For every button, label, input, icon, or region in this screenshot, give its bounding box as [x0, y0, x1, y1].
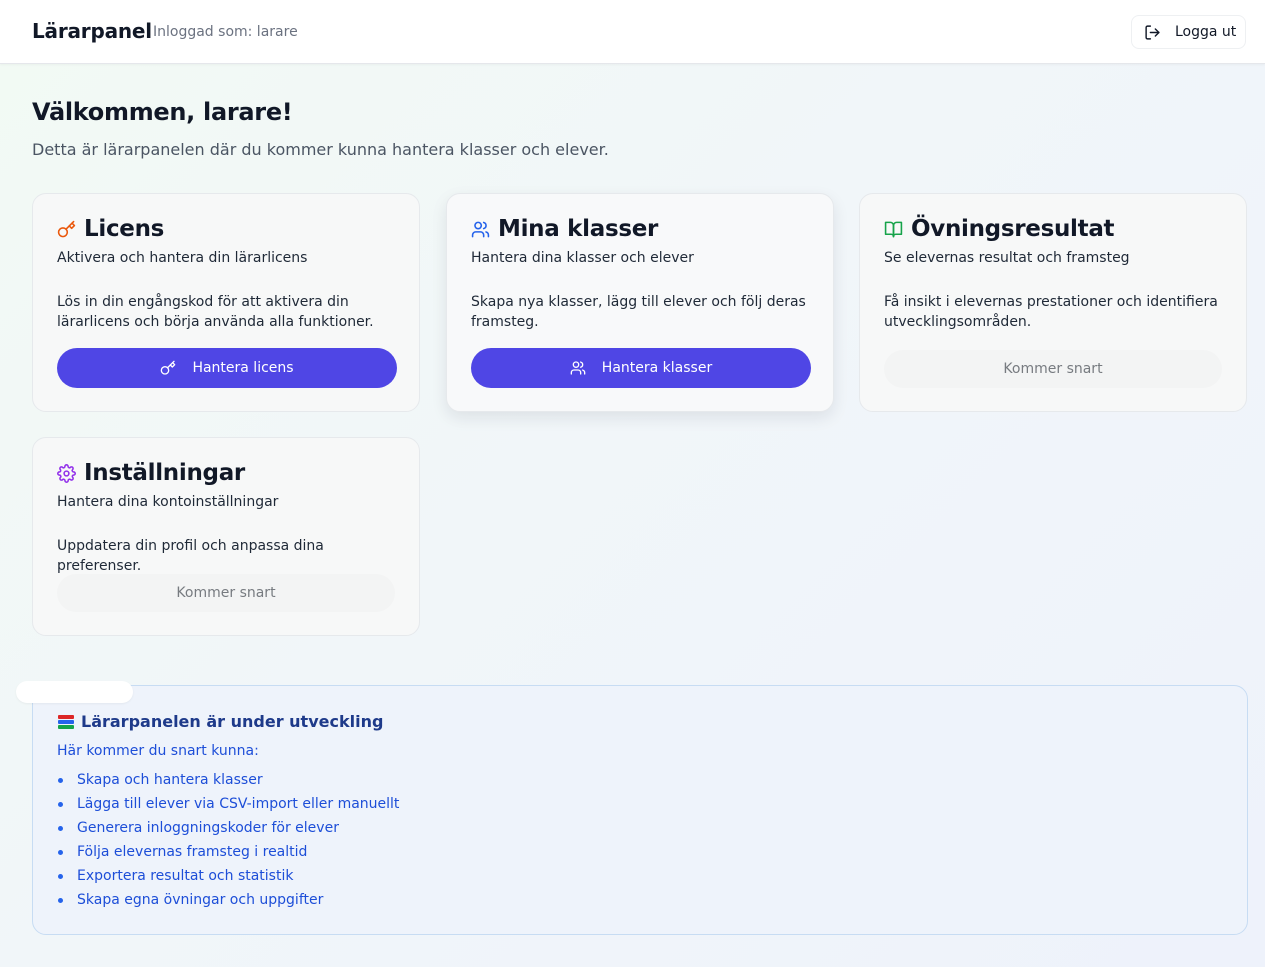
card-results-subtitle: Se elevernas resultat och framsteg [884, 250, 1130, 266]
notice-intro: Här kommer du snart kunna: [57, 743, 259, 759]
list-item: Generera inloggningskoder för elever [57, 818, 399, 842]
logout-button[interactable]: Logga ut [1131, 15, 1246, 49]
welcome-heading: Välkommen, larare! [32, 98, 293, 126]
card-settings-subtitle: Hantera dina kontoinställningar [57, 494, 279, 510]
manage-classes-label: Hantera klasser [601, 360, 713, 376]
key-icon [57, 220, 76, 237]
card-license-description: Lös in din engångskod för att aktivera d… [57, 294, 374, 330]
card-settings-description: Uppdatera din profil och anpassa dina pr… [57, 538, 324, 574]
manage-license-button[interactable]: Hantera licens [57, 348, 397, 388]
list-item: Exportera resultat och statistik [57, 866, 399, 890]
logout-label: Logga ut [1175, 24, 1237, 40]
development-notice: Lärarpanelen är under utveckling Här kom… [32, 685, 1248, 935]
notice-title: Lärarpanelen är under utveckling [81, 712, 384, 731]
key-icon [161, 360, 176, 375]
list-item: Skapa egna övningar och uppgifter [57, 890, 399, 914]
list-item: Lägga till elever via CSV-import eller m… [57, 794, 399, 818]
users-icon [471, 221, 490, 237]
list-item: Skapa och hantera klasser [57, 770, 399, 794]
top-header: Lärarpanel Inloggad som: larare Logga ut [0, 0, 1265, 64]
book-open-icon [884, 221, 903, 237]
card-license: Licens Aktivera och hantera din lärarlic… [32, 193, 420, 412]
card-license-subtitle: Aktivera och hantera din lärarlicens [57, 250, 308, 266]
settings-icon [57, 463, 76, 483]
settings-coming-soon-button: Kommer snart [57, 574, 395, 612]
books-icon [57, 714, 75, 730]
card-classes-description: Skapa nya klasser, lägg till elever och … [471, 294, 806, 330]
card-settings: Inställningar Hantera dina kontoinställn… [32, 437, 420, 636]
card-classes-title: Mina klasser [498, 216, 659, 242]
card-classes: Mina klasser Hantera dina klasser och el… [446, 193, 834, 412]
card-settings-title: Inställningar [84, 460, 245, 486]
notice-tab-decoration [16, 681, 133, 703]
card-classes-subtitle: Hantera dina klasser och elever [471, 250, 694, 266]
log-out-icon [1145, 24, 1160, 40]
logged-in-label: Inloggad som: larare [153, 24, 298, 40]
list-item: Följa elevernas framsteg i realtid [57, 842, 399, 866]
manage-license-label: Hantera licens [192, 360, 294, 376]
app-title: Lärarpanel [32, 19, 152, 43]
manage-classes-button[interactable]: Hantera klasser [471, 348, 811, 388]
welcome-intro: Detta är lärarpanelen där du kommer kunn… [32, 140, 609, 159]
users-icon [570, 361, 586, 375]
card-results-title: Övningsresultat [911, 216, 1115, 242]
card-results: Övningsresultat Se elevernas resultat oc… [859, 193, 1247, 412]
card-license-title: Licens [84, 216, 165, 242]
upcoming-features-list: Skapa och hantera klasser Lägga till ele… [57, 770, 399, 914]
results-coming-soon-button: Kommer snart [884, 350, 1222, 388]
card-results-description: Få insikt i elevernas prestationer och i… [884, 294, 1218, 330]
